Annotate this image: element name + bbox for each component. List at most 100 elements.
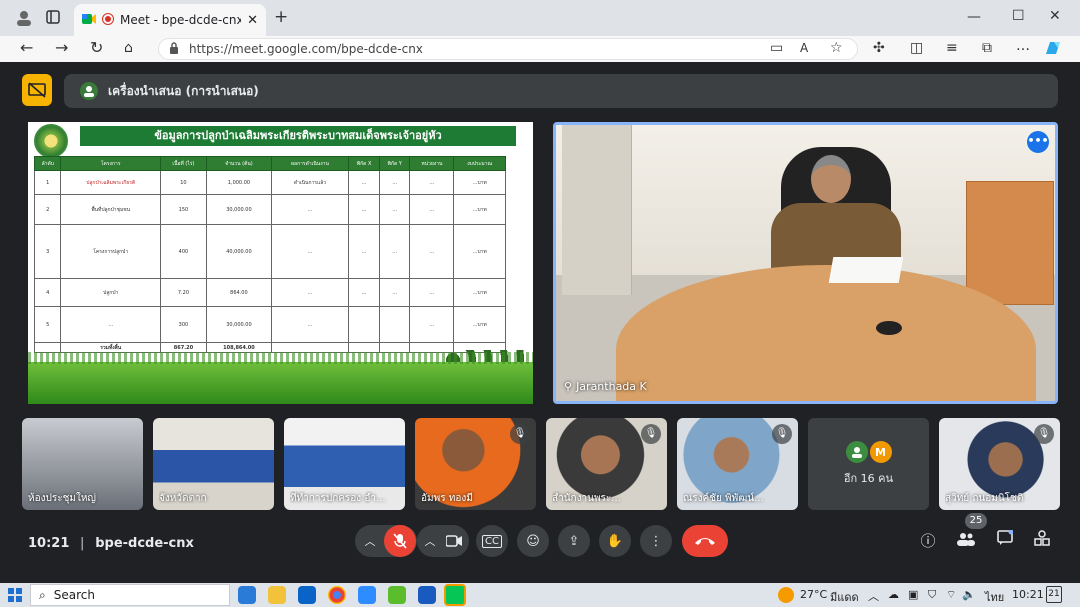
table-cell: ... (270, 278, 350, 307)
table-cell: 400 (159, 224, 207, 279)
table-cell: ...บาท (453, 194, 506, 225)
presenter-avatar (80, 82, 98, 100)
input-language[interactable]: ไทย (985, 588, 1004, 606)
table-cell: ... (409, 306, 455, 343)
table-cell: ปลูกป่า (60, 278, 161, 307)
present-screen-button[interactable]: ⇪ (558, 525, 590, 557)
speaker-cabinet (966, 181, 1054, 305)
close-window-icon[interactable]: ✕ (1049, 9, 1061, 23)
presented-slide[interactable]: ข้อมูลการปลูกป่าเฉลิมพระเกียรติพระบาทสมเ… (28, 122, 533, 404)
table-cell: 4 (33, 278, 62, 307)
tray-chevron-icon[interactable]: ︿ (868, 588, 879, 604)
copilot-icon[interactable] (1046, 39, 1064, 60)
raise-hand-button[interactable]: ✋ (599, 525, 631, 557)
read-aloud-icon[interactable]: A (800, 41, 808, 55)
weather-sun-icon[interactable] (778, 587, 794, 603)
lock-icon[interactable] (169, 41, 179, 57)
camera-button[interactable] (441, 535, 467, 547)
table-row: 3 โครงการปลูกป่า 400 40,000.00.............… (33, 224, 506, 279)
table-cell: 2 (33, 194, 62, 225)
total-trees: 108,864.00 (205, 342, 272, 353)
more-vertical-icon: ⋮ (649, 533, 663, 549)
edge-app-icon[interactable] (238, 586, 256, 604)
profile-icon[interactable] (16, 10, 32, 29)
split-screen-icon[interactable]: ◫ (910, 41, 923, 55)
favorites-icon[interactable]: ≡ (946, 41, 958, 55)
reload-icon[interactable]: ↻ (90, 40, 103, 56)
present-indicator-icon[interactable] (22, 74, 52, 106)
grass-decoration (28, 352, 533, 404)
camera-in-use-icon[interactable]: ▭ (770, 41, 783, 55)
tray-shield-icon[interactable]: ⛉ (928, 588, 936, 602)
meeting-code: bpe-dcde-cnx (95, 536, 194, 551)
people-icon[interactable] (954, 529, 978, 553)
camera-options-chevron-icon[interactable]: ︿ (419, 533, 441, 549)
captions-button[interactable]: CC (476, 525, 508, 557)
more-participants-tile[interactable]: M อีก 16 คน (808, 418, 929, 510)
participant-tile[interactable]: 🎙 สุวิทย์ ถนอมนิโชติ (939, 418, 1060, 510)
table-cell: โครงการปลูกป่า (60, 224, 161, 279)
emoji-button[interactable]: ☺ (517, 525, 549, 557)
more-options-button[interactable]: ⋮ (640, 525, 672, 557)
participant-tile[interactable]: 🎙 สำนักงานพระ... (546, 418, 667, 510)
home-icon[interactable]: ⌂ (124, 41, 133, 55)
total-label: รวมทั้งสิ้น (60, 342, 161, 353)
favorite-star-icon[interactable]: ☆ (830, 41, 843, 55)
extensions-icon[interactable]: ✣ (873, 41, 885, 55)
windows-start-icon[interactable] (8, 588, 22, 605)
participant-tile[interactable]: 🎙 ณรงค์ชัย พิพัฒน์... (677, 418, 798, 510)
table-cell: ... (409, 194, 455, 225)
line-app-icon[interactable] (444, 584, 466, 606)
tile-options-icon[interactable]: ••• (1027, 131, 1049, 153)
taskbar-clock[interactable]: 10:21 (1012, 588, 1044, 601)
table-cell: ...บาท (453, 278, 506, 307)
leave-call-button[interactable] (682, 525, 728, 557)
meeting-details-icon[interactable]: ⓘ (916, 529, 940, 553)
chrome-app-icon[interactable] (328, 586, 346, 604)
tray-onedrive-icon[interactable]: ☁ (888, 588, 899, 601)
participant-tile[interactable]: ห้องประชุมใหญ่ (22, 418, 143, 510)
taskbar-search[interactable]: ⌕ Search (30, 584, 230, 606)
table-cell (379, 306, 411, 343)
file-explorer-icon[interactable] (268, 586, 286, 604)
table-cell: 5 (33, 306, 62, 343)
mic-off-icon: 🎙 (510, 424, 530, 444)
back-icon[interactable]: ← (20, 40, 33, 56)
participant-tile[interactable]: 🎙 อัมพร ทองมี (415, 418, 536, 510)
participant-strip: ห้องประชุมใหญ่ จังหวัดตาก ที่ทำการปกครอง… (22, 418, 1060, 510)
activities-icon[interactable] (1030, 529, 1054, 553)
pin-icon[interactable]: ⚲ (564, 380, 572, 393)
wifi-icon[interactable]: ⌔ (946, 588, 956, 602)
table-cell: ... (348, 194, 381, 225)
forward-icon[interactable]: → (55, 40, 68, 56)
tab-meet[interactable]: Meet - bpe-dcde-cnx ✕ (74, 4, 266, 36)
mic-options-chevron-icon[interactable]: ︿ (356, 533, 384, 549)
participant-tile[interactable]: จังหวัดตาก (153, 418, 274, 510)
minimize-icon[interactable]: — (967, 10, 981, 24)
new-tab-icon[interactable]: + (274, 9, 288, 26)
participant-name: สำนักงานพระ... (552, 493, 621, 504)
tab-actions-icon[interactable] (46, 10, 60, 27)
search-icon: ⌕ (39, 587, 46, 602)
address-toolbar: ← → ↻ ⌂ https://meet.google.com/bpe-dcde… (0, 36, 1080, 62)
collections-icon[interactable]: ⧉ (982, 41, 992, 55)
address-bar[interactable]: https://meet.google.com/bpe-dcde-cnx (158, 38, 858, 60)
mail-app-icon[interactable] (298, 586, 316, 604)
green-app-icon[interactable] (388, 586, 406, 604)
close-tab-icon[interactable]: ✕ (247, 13, 258, 28)
table-cell: 1,000.00 (205, 170, 272, 195)
chat-icon[interactable] (993, 529, 1017, 553)
table-cell: 30,000.00 (205, 306, 272, 343)
mic-off-button[interactable] (384, 525, 416, 557)
speaker-video-tile[interactable]: ••• ⚲ Jaranthada K (553, 122, 1058, 404)
zoom-app-icon[interactable] (358, 586, 376, 604)
volume-icon[interactable]: 🔈 (962, 588, 976, 601)
notifications-badge[interactable]: 21 (1046, 586, 1062, 603)
word-app-icon[interactable] (418, 586, 436, 604)
participant-name: จังหวัดตาก (159, 493, 207, 504)
table-header-cell: พิกัด Y (379, 156, 411, 171)
participant-tile[interactable]: ที่ทำการปกครอง อำ... (284, 418, 405, 510)
tray-meet-icon[interactable]: ▣ (908, 588, 918, 601)
maximize-icon[interactable]: ☐ (1012, 9, 1025, 23)
more-menu-icon[interactable]: … (1016, 39, 1030, 53)
